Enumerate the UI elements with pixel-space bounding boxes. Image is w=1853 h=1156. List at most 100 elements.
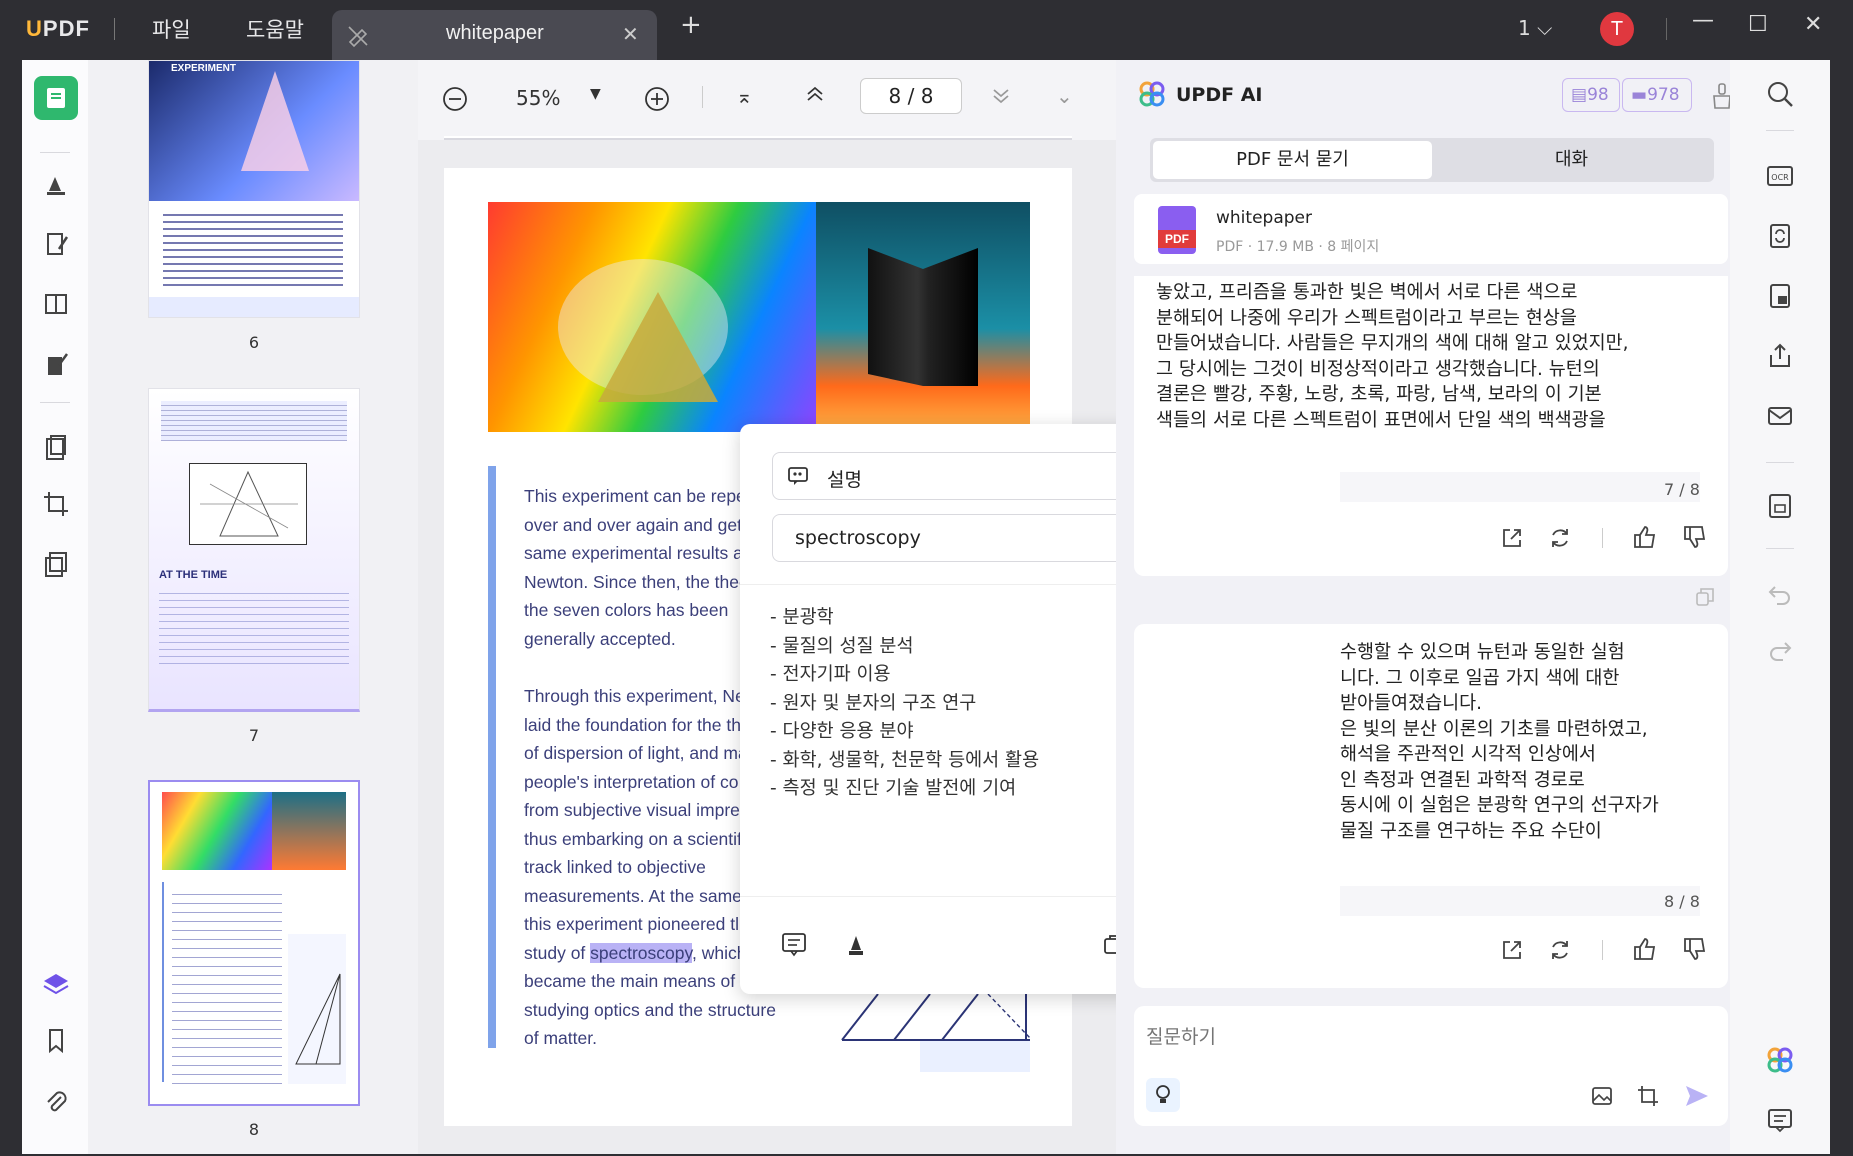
thumbnail-page-6[interactable]: EXPERIMENT — [148, 60, 360, 318]
zoom-dropdown-icon[interactable]: ▼ — [590, 86, 601, 102]
previous-page-icon[interactable] — [804, 82, 826, 108]
doc-text: study of — [524, 942, 591, 963]
doc-line: This experiment can be repe — [524, 486, 740, 506]
close-tab-icon[interactable]: ✕ — [622, 22, 639, 46]
first-page-icon[interactable]: ⌅ — [736, 84, 753, 108]
ai-answer-text: 놓았고, 프리즘을 통과한 빛은 벽에서 서로 다른 색으로 분해되어 나중에 … — [1156, 280, 1716, 434]
app-window: UPDF 파일 도움말 whitepaper ✕ + 1 ⌵ T — ☐ ✕ E… — [0, 0, 1853, 1156]
ocr-icon[interactable]: OCR — [1760, 156, 1800, 196]
credits-badge[interactable]: ▤98 — [1562, 78, 1620, 112]
comment-list-icon[interactable] — [1760, 1100, 1800, 1140]
screenshot-icon[interactable] — [1636, 1084, 1660, 1112]
thumbnail-label: 6 — [248, 333, 260, 352]
convert-pdf-icon[interactable] — [1760, 216, 1800, 256]
layers-icon[interactable] — [36, 964, 76, 1004]
zoom-in-icon[interactable] — [644, 86, 670, 116]
answer-line: 인 측정과 연결된 과학적 경로로 — [1340, 769, 1585, 791]
redo-icon[interactable] — [1760, 630, 1800, 670]
protect-pdf-icon[interactable] — [1760, 276, 1800, 316]
ask-input[interactable] — [1146, 1020, 1706, 1054]
reader-mode-icon[interactable] — [34, 76, 78, 120]
ask-box — [1134, 1006, 1728, 1126]
window-count[interactable]: 1 ⌵ — [1518, 16, 1552, 40]
ai-panel-title: UPDF AI — [1176, 84, 1263, 106]
updf-ai-icon[interactable] — [1760, 1040, 1800, 1080]
right-toolbar: OCR — [1730, 60, 1830, 1154]
save-icon[interactable] — [1760, 486, 1800, 526]
bookmark-icon[interactable] — [36, 1020, 76, 1060]
zoom-out-icon[interactable] — [442, 86, 468, 116]
share-export-icon[interactable] — [1760, 336, 1800, 376]
doc-text: , which — [691, 942, 747, 963]
convert-icon[interactable] — [36, 428, 76, 468]
tab-ask-pdf[interactable]: PDF 문서 묻기 — [1153, 141, 1432, 179]
add-to-note-icon[interactable] — [780, 930, 808, 962]
prism-shape — [598, 292, 718, 402]
tab-chat[interactable]: 대화 — [1432, 141, 1711, 179]
regenerate-icon[interactable] — [1548, 526, 1572, 554]
tab-whitepaper[interactable]: whitepaper ✕ — [332, 10, 657, 60]
result-line: - 다양한 응용 분야 — [770, 721, 914, 742]
left-edge — [0, 60, 22, 1156]
prism-diagram — [838, 990, 1032, 1072]
highlighter-icon[interactable] — [842, 930, 870, 962]
maximize-icon[interactable]: ☐ — [1748, 12, 1768, 37]
divider — [1766, 130, 1794, 131]
undo-icon[interactable] — [1760, 574, 1800, 614]
image-upload-icon[interactable] — [1590, 1084, 1614, 1112]
highlighted-word[interactable]: spectroscopy — [590, 942, 692, 963]
send-icon[interactable] — [1684, 1084, 1710, 1112]
attachment-icon[interactable] — [36, 1082, 76, 1122]
avatar[interactable]: T — [1600, 12, 1634, 46]
search-icon[interactable] — [1760, 74, 1800, 114]
left-toolbar — [22, 60, 88, 1154]
doc-line: studying optics and the structure — [524, 999, 776, 1020]
form-tool-icon[interactable] — [36, 344, 76, 384]
result-line: - 화학, 생물학, 천문학 등에서 활용 — [770, 749, 1040, 771]
edit-pdf-icon[interactable] — [36, 224, 76, 264]
protect-icon[interactable] — [36, 544, 76, 584]
copy-answer-icon[interactable] — [1694, 586, 1716, 612]
page-number-input[interactable]: 8 / 8 — [860, 78, 962, 114]
menu-file[interactable]: 파일 — [152, 14, 191, 44]
minimize-icon[interactable]: — — [1692, 8, 1714, 33]
comment-tool-icon[interactable] — [36, 164, 76, 204]
messages-badge[interactable]: ▬978 — [1622, 78, 1692, 112]
thumbnail-text — [159, 587, 349, 667]
edit-off-icon — [346, 24, 370, 52]
doc-line: generally accepted. — [524, 628, 676, 649]
zoom-level[interactable]: 55% — [516, 86, 560, 110]
last-page-icon[interactable]: ⌄ — [1056, 84, 1073, 108]
close-window-icon[interactable]: ✕ — [1804, 12, 1822, 37]
next-page-icon[interactable] — [990, 86, 1012, 112]
thumbnail-page-8-selected[interactable] — [148, 780, 360, 1106]
thumbs-down-icon[interactable] — [1682, 936, 1708, 966]
file-name: whitepaper — [1216, 208, 1312, 228]
new-tab-icon[interactable]: + — [680, 10, 702, 40]
share-icon[interactable] — [1500, 938, 1524, 966]
thumbnail-page-7[interactable]: AT THE TIME — [148, 388, 360, 712]
share-icon[interactable] — [1500, 526, 1524, 554]
prompt-ideas-icon[interactable] — [1146, 1078, 1180, 1112]
updf-logo[interactable]: UPDF — [26, 16, 90, 42]
answer-line: 니다. 그 이후로 일곱 가지 색에 대한 — [1340, 667, 1620, 689]
pdf-file-icon-label: PDF — [1158, 230, 1196, 248]
email-icon[interactable] — [1760, 396, 1800, 436]
organize-pages-icon[interactable] — [36, 284, 76, 324]
file-meta: PDF · 17.9 MB · 8 페이지 — [1216, 239, 1380, 255]
thumbs-up-icon[interactable] — [1632, 936, 1658, 966]
thumbnail-text — [163, 209, 343, 289]
logo-accent: U — [26, 16, 43, 41]
result-line: - 분광학 — [770, 607, 834, 628]
crop-icon[interactable] — [36, 484, 76, 524]
credits-count: 98 — [1587, 85, 1609, 105]
menu-help[interactable]: 도움말 — [246, 14, 304, 44]
answer-line: 받아들여졌습니다. — [1340, 693, 1483, 714]
thumbs-up-icon[interactable] — [1632, 524, 1658, 554]
thumbnail-heading: AT THE TIME — [159, 569, 228, 581]
regenerate-icon[interactable] — [1548, 938, 1572, 966]
pdf-file-icon: PDF — [1158, 206, 1196, 254]
doc-line: the seven colors has been — [524, 600, 729, 620]
chevron-down-icon: ⌵ — [1537, 16, 1553, 40]
thumbs-down-icon[interactable] — [1682, 524, 1708, 554]
